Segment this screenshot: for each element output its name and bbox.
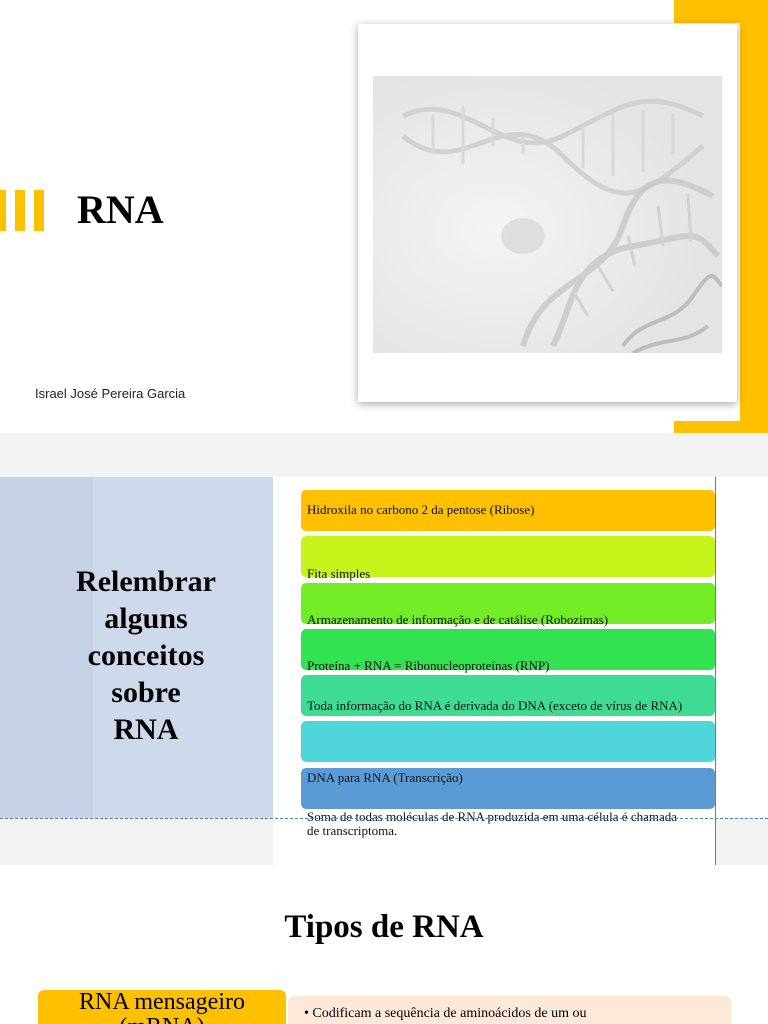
heading-line: RNA <box>113 713 179 746</box>
description-text: Codificam a sequência de aminoácidos de … <box>312 1006 587 1021</box>
concept-text: Soma de todas moléculas de RNA produzida… <box>307 809 678 838</box>
concept-text: DNA para RNA (Transcrição) <box>307 770 463 785</box>
heading-line: alguns <box>104 602 188 635</box>
slide-title: RNA <box>77 187 164 232</box>
rna-type-box: RNA mensageiro (mRNA) <box>38 990 286 1024</box>
dna-helix-image <box>373 76 722 353</box>
heading-line: Relembrar <box>76 565 216 598</box>
dotted-guide <box>0 818 768 819</box>
heading-line: conceitos <box>87 639 205 672</box>
concept-text: Proteína + RNA = Ribonucleoproteínas (RN… <box>307 658 550 673</box>
rna-types-slide: Tipos de RNA RNA mensageiro (mRNA) • Cod… <box>0 865 768 1024</box>
concept-text: Fita simples <box>307 566 371 581</box>
dna-image-frame <box>358 24 737 402</box>
concept-text: Armazenamento de informação e de catális… <box>307 612 609 627</box>
concept-text: Hidroxila no carbono 2 da pentose (Ribos… <box>307 502 535 517</box>
title-accent-stripe <box>34 190 44 231</box>
concepts-heading: Relembrar alguns conceitos sobre RNA <box>40 563 252 748</box>
rna-type-label: RNA mensageiro <box>79 989 245 1015</box>
types-title: Tipos de RNA <box>284 909 484 945</box>
rna-type-description: • Codificam a sequência de aminoácidos d… <box>304 1006 587 1022</box>
accent-frame-right <box>740 0 768 433</box>
title-slide: RNA Israel José Pereira Garcia <box>0 0 768 433</box>
concept-bar <box>301 721 715 762</box>
vertical-guide <box>715 477 716 865</box>
rna-type-abbrev: (mRNA) <box>38 1015 286 1024</box>
author-name: Israel José Pereira Garcia <box>35 386 186 401</box>
slide-gap <box>0 433 768 477</box>
title-accent-stripe <box>15 190 25 231</box>
concept-text: Toda informação do RNA é derivada do DNA… <box>307 698 683 713</box>
accent-frame-bottom <box>674 421 768 433</box>
heading-line: sobre <box>111 676 181 709</box>
concepts-slide: Relembrar alguns conceitos sobre RNA Hid… <box>0 477 768 865</box>
title-accent-stripe <box>0 190 6 231</box>
